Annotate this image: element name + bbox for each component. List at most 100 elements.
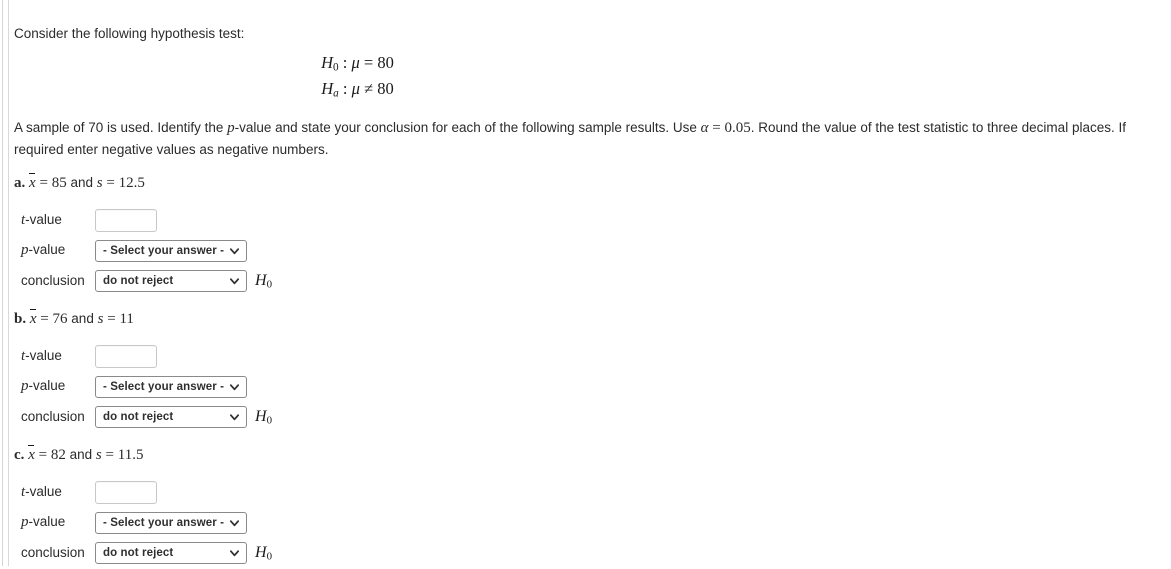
hypothesis-alternative-relation: : [342,79,348,99]
instructions-alpha-symbol: α [700,119,709,136]
part-a-trailing-h: H [255,271,267,289]
part-a-letter: a. [14,174,26,191]
part-c-conclusion-selected: do not reject [103,546,174,559]
chevron-down-icon [229,520,240,527]
part-b-p-value-label: p-value [21,378,95,395]
p-symbol: p [21,514,29,531]
part-c-trailing-h: H [255,543,267,561]
part-b-trailing-h: H [255,407,267,425]
hypothesis-alternative: Ha : μ ≠ 80 [14,78,701,104]
chevron-down-icon [229,248,240,255]
p-label-rest: -value [28,514,66,530]
container-left-rule-outer [2,0,3,566]
part-a-and: and [70,174,93,190]
part-a-s-value: 12.5 [118,174,145,191]
part-c-and: and [69,446,93,462]
part-c-xbar-equals: = [38,446,48,463]
part-c-conclusion-select[interactable]: do not reject [95,541,247,564]
part-a-conclusion-selected: do not reject [103,274,174,287]
part-b-trailing-subscript: 0 [266,414,272,427]
hypothesis-alternative-operator: ≠ [364,79,374,99]
part-b-p-value-row: p-value - Select your answer - [21,372,1171,402]
p-label-rest: -value [28,242,66,258]
part-b-conclusion-label: conclusion [21,409,85,425]
part-c-conclusion-label: conclusion [21,545,85,561]
part-a-conclusion-trailing: H0 [255,272,272,290]
part-c-s-symbol: s [95,446,102,463]
p-label-rest: -value [28,378,66,394]
part-b-t-value-label: t-value [21,348,95,365]
hypothesis-alternative-value: 80 [377,79,394,99]
part-c-s-value: 11.5 [117,446,144,463]
part-a-p-value-select[interactable]: - Select your answer - [95,239,247,262]
part-b-xbar-symbol: x [29,308,37,327]
exercise-page: Consider the following hypothesis test: … [0,0,1171,569]
part-a-t-value-label: t-value [21,212,95,229]
hypothesis-null-relation: : [342,53,348,72]
chevron-down-icon [229,384,240,391]
part-a-xbar-symbol: x [29,172,36,191]
part-b-p-value-selected: - Select your answer - [103,380,225,393]
hypothesis-block: H0 : μ = 80 Ha : μ ≠ 80 [14,52,701,105]
p-symbol: p [21,378,29,395]
part-c-p-value-selected: - Select your answer - [103,516,225,529]
part-a-label: a. x = 85 and s = 12.5 [14,172,1171,192]
part-c-p-value-row: p-value - Select your answer - [21,508,1171,538]
part-c-letter: c. [14,446,25,463]
part-b-s-symbol: s [97,310,104,327]
part-b-answers: t-value p-value - Select your answer - c… [21,342,1171,432]
part-b-t-value-input[interactable] [95,345,157,369]
part-b-conclusion-selected: do not reject [103,410,174,423]
part-b-p-value-select[interactable]: - Select your answer - [95,375,247,398]
part-a-conclusion-row: conclusion do not reject H0 [21,266,1171,296]
part-c-t-value-input[interactable] [95,481,157,505]
part-a-xbar-equals: = [39,174,48,191]
part-a-t-value-input[interactable] [95,209,157,233]
instructions-paragraph: A sample of 70 is used. Identify the p-v… [14,117,1171,160]
part-c-p-value-select[interactable]: - Select your answer - [95,511,247,534]
part-a-answers: t-value p-value - Select your answer - c… [21,206,1171,296]
p-symbol: p [21,242,29,259]
part-c-answers: t-value p-value - Select your answer - c… [21,478,1171,568]
hypothesis-null: H0 : μ = 80 [14,52,701,78]
part-b-xbar-equals: = [40,310,49,327]
instructions-segment-1: A sample of 70 is used. Identify the [14,119,228,135]
part-c-trailing-subscript: 0 [266,550,272,563]
part-a-t-value-row: t-value [21,206,1171,236]
hypothesis-null-value: 80 [377,53,394,72]
container-left-rule-inner [8,0,9,566]
t-label-rest: -value [25,348,62,364]
part-a-trailing-subscript: 0 [266,278,272,291]
part-c-p-value-label: p-value [21,514,95,531]
hypothesis-alternative-symbol: H [321,79,334,99]
part-a-p-value-selected: - Select your answer - [103,244,225,257]
part-a-p-value-row: p-value - Select your answer - [21,236,1171,266]
part-b-s-equals: = [107,310,116,327]
part-c-conclusion-trailing: H0 [255,544,272,562]
part-b-t-value-row: t-value [21,342,1171,372]
instructions-alpha-equals: = [712,119,721,136]
chevron-down-icon [229,278,240,285]
intro-text: Consider the following hypothesis test: [14,26,245,41]
instructions-alpha-value: 0.05 [724,119,751,136]
part-b-letter: b. [14,310,27,327]
part-b-label: b. x = 76 and s = 11 [14,308,1171,328]
part-b-conclusion-row: conclusion do not reject H0 [21,402,1171,432]
part-c-t-value-row: t-value [21,478,1171,508]
part-b-xbar-value: 76 [52,310,68,327]
part-a-s-symbol: s [96,174,103,191]
part-a-xbar-value: 85 [51,174,67,191]
part-b-and: and [71,310,94,326]
instructions-p-symbol: p [227,119,235,136]
part-b-conclusion-select[interactable]: do not reject [95,405,247,428]
part-a-conclusion-label: conclusion [21,273,85,289]
exercise-content: Consider the following hypothesis test: … [14,0,1171,568]
part-a-conclusion-select[interactable]: do not reject [95,269,247,292]
hypothesis-alternative-param: μ [351,79,360,99]
hypothesis-null-subscript: 0 [333,61,339,74]
part-a-p-value-label: p-value [21,242,95,259]
part-c-label: c. x = 82 and s = 11.5 [14,444,1171,464]
part-b-s-value: 11 [119,310,134,327]
part-c-s-equals: = [105,446,114,463]
hypothesis-null-operator: = [363,53,374,72]
